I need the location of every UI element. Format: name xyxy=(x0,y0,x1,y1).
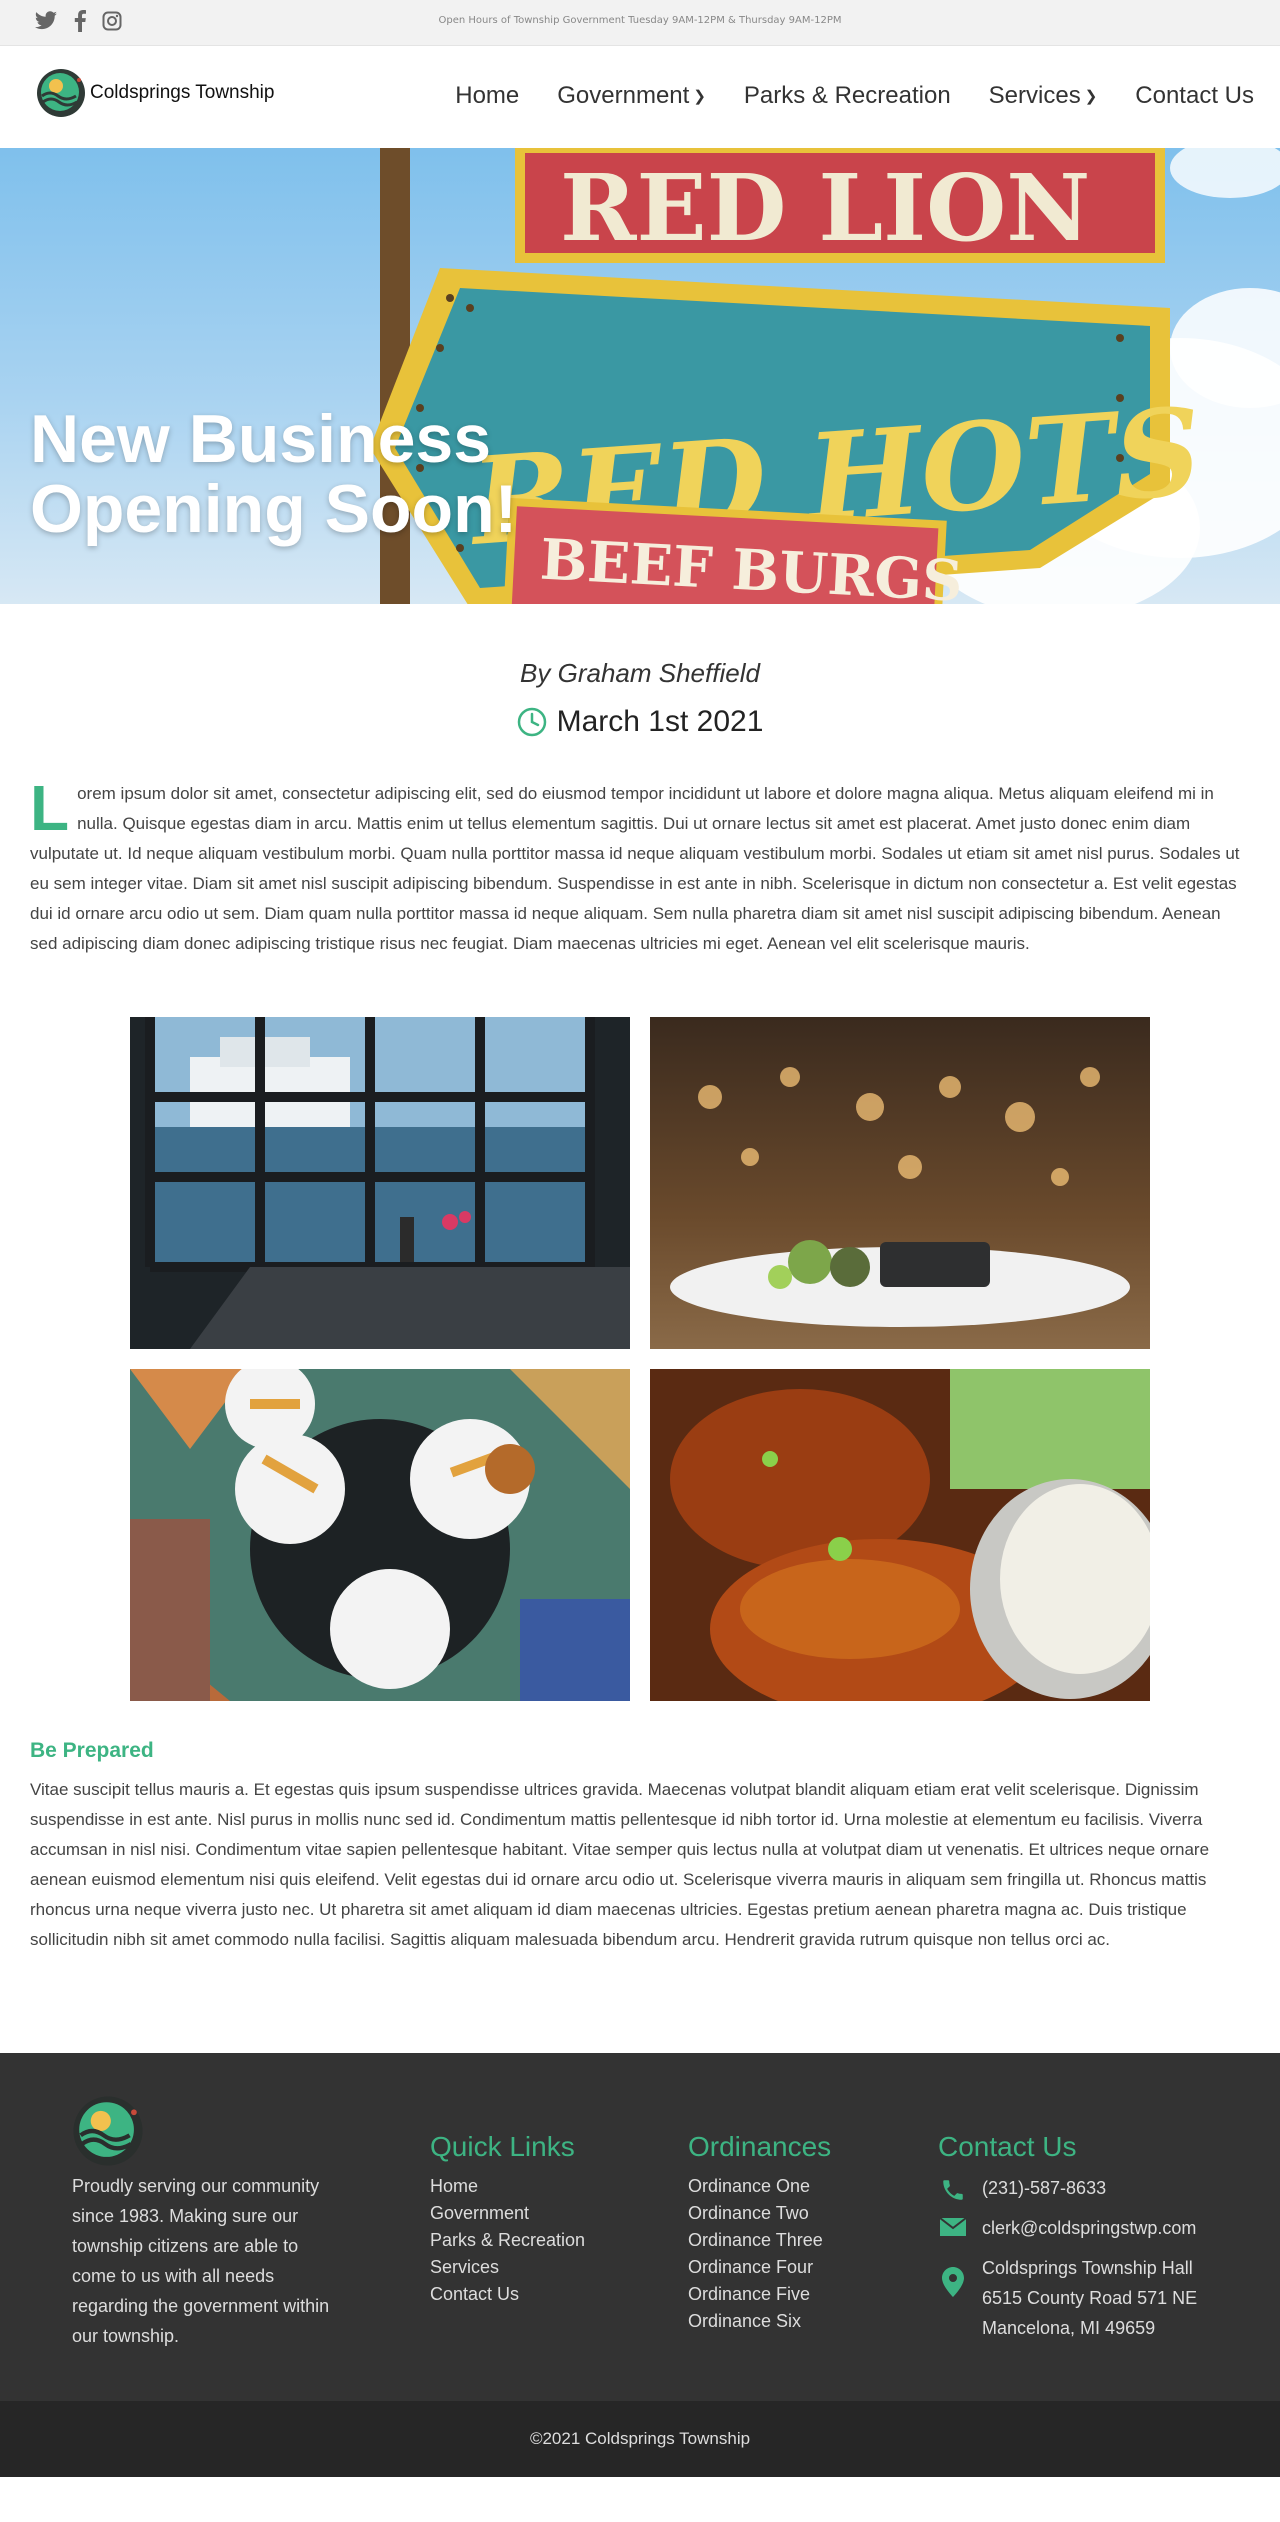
map-pin-icon xyxy=(938,2253,968,2297)
address-line-2: 6515 County Road 571 NE xyxy=(982,2288,1198,2308)
article-date: March 1st 2021 xyxy=(0,705,1280,739)
article-byline: By Graham Sheffield xyxy=(520,658,760,688)
ordinances-title: Ordinances xyxy=(688,2131,832,2162)
contact-phone: (231)-587-8633 xyxy=(982,2178,1107,2198)
nav-contact-label: Contact Us xyxy=(1135,82,1254,109)
sign-text-red-lion: RED LION xyxy=(560,154,1090,262)
contact-address-row: Coldsprings Township Hall 6515 County Ro… xyxy=(938,2253,1197,2343)
gallery-image-window-view[interactable] xyxy=(130,1017,630,1349)
footer-link-home[interactable]: Home xyxy=(430,2173,585,2200)
footer-link-government[interactable]: Government xyxy=(430,2200,585,2227)
nav-services-label: Services xyxy=(988,82,1081,109)
nav-item-government[interactable]: Government ❯ xyxy=(557,82,706,110)
copyright-bar: ©2021 Coldsprings Township xyxy=(0,2401,1280,2477)
gallery-image-burgers-table[interactable] xyxy=(130,1369,630,1701)
footer-link-parks-recreation[interactable]: Parks & Recreation xyxy=(430,2227,585,2254)
township-logo-icon xyxy=(37,69,85,117)
chevron-down-icon: ❯ xyxy=(1084,88,1098,105)
contact-email: clerk@coldspringstwp.com xyxy=(982,2218,1197,2238)
footer-logo-icon xyxy=(73,2096,143,2166)
footer-quick-links: Quick Links Home Government Parks & Recr… xyxy=(430,2131,585,2308)
top-bar: Open Hours of Township Government Tuesda… xyxy=(0,0,1280,46)
footer-link-services[interactable]: Services xyxy=(430,2254,585,2281)
contact-email-row[interactable]: clerk@coldspringstwp.com xyxy=(938,2213,1197,2243)
contact-title: Contact Us xyxy=(938,2131,1077,2162)
drop-cap: L xyxy=(30,772,70,844)
article-intro-text: orem ipsum dolor sit amet, consectetur a… xyxy=(30,784,1240,953)
site-footer: Proudly serving our community since 1983… xyxy=(0,2053,1280,2401)
photo-gallery xyxy=(0,1017,1280,1701)
section-title-be-prepared: Be Prepared xyxy=(30,1739,154,1762)
nav-item-home[interactable]: Home xyxy=(455,82,519,110)
address-line-1: Coldsprings Township Hall xyxy=(982,2258,1193,2278)
address-line-3: Mancelona, MI 49659 xyxy=(982,2318,1156,2338)
chevron-down-icon: ❯ xyxy=(693,88,706,105)
nav-item-services[interactable]: Services ❯ xyxy=(989,82,1098,110)
nav-government-label: Government xyxy=(557,82,690,109)
footer-contact: Contact Us (231)-587-8633 clerk@coldspri… xyxy=(938,2131,1197,2353)
ordinance-link[interactable]: Ordinance Two xyxy=(688,2200,831,2227)
contact-phone-row[interactable]: (231)-587-8633 xyxy=(938,2173,1197,2203)
footer-link-contact-us[interactable]: Contact Us xyxy=(430,2281,585,2308)
open-hours-text: Open Hours of Township Government Tuesda… xyxy=(438,15,842,26)
hero-banner: RED LION RED HOTS BEEF BURGS New Busines… xyxy=(0,148,1280,604)
hero-title: New Business Opening Soon! xyxy=(30,404,670,544)
section-body-text: Vitae suscipit tellus mauris a. Et egest… xyxy=(30,1780,1210,1949)
hero-title-line-2: Opening Soon! xyxy=(30,471,518,547)
site-header: Coldsprings Township Home Government ❯ Pa… xyxy=(0,46,1280,148)
main-nav: Home Government ❯ Parks & Recreation Serv… xyxy=(417,82,1254,110)
nav-home-label: Home xyxy=(455,82,520,109)
clock-icon xyxy=(517,707,546,737)
ordinance-link[interactable]: Ordinance Six xyxy=(688,2308,831,2335)
phone-icon xyxy=(938,2173,968,2203)
footer-about-text: Proudly serving our community since 1983… xyxy=(72,2176,330,2346)
gallery-image-plated-dish[interactable] xyxy=(650,1017,1150,1349)
nav-item-contact-us[interactable]: Contact Us xyxy=(1135,82,1254,110)
ordinance-link[interactable]: Ordinance Five xyxy=(688,2281,831,2308)
email-icon xyxy=(938,2213,968,2237)
gallery-image-wings[interactable] xyxy=(650,1369,1150,1701)
ordinance-link[interactable]: Ordinance Four xyxy=(688,2254,831,2281)
nav-parks-label: Parks & Recreation xyxy=(743,82,951,109)
brand-link[interactable]: Coldsprings Township xyxy=(36,68,274,118)
ordinance-link[interactable]: Ordinance One xyxy=(688,2173,831,2200)
hero-title-line-1: New Business xyxy=(30,401,492,477)
article-intro: L orem ipsum dolor sit amet, consectetur… xyxy=(30,772,1250,959)
footer-ordinances: Ordinances Ordinance One Ordinance Two O… xyxy=(688,2131,831,2335)
quick-links-title: Quick Links xyxy=(430,2131,575,2162)
contact-address: Coldsprings Township Hall 6515 County Ro… xyxy=(982,2253,1197,2343)
brand-name: Coldsprings Township xyxy=(90,82,275,103)
nav-item-parks-recreation[interactable]: Parks & Recreation xyxy=(744,82,951,110)
article-date-text: March 1st 2021 xyxy=(556,705,764,738)
ordinance-link[interactable]: Ordinance Three xyxy=(688,2227,831,2254)
